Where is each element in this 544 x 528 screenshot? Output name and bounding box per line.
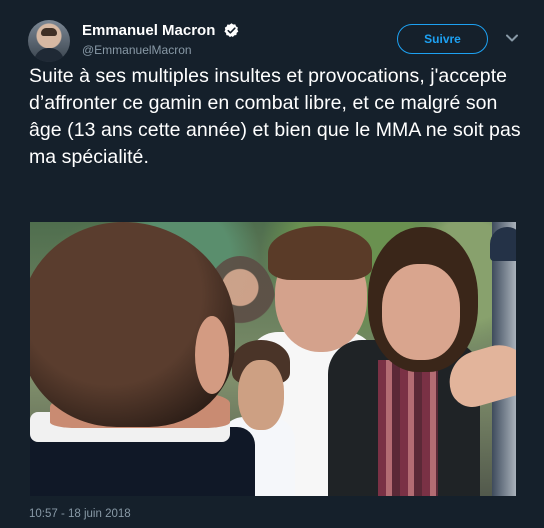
display-name[interactable]: Emmanuel Macron xyxy=(82,22,215,39)
cap xyxy=(490,227,516,261)
foreground-ear xyxy=(195,316,229,394)
tweet-timestamp[interactable]: 10:57 - 18 juin 2018 xyxy=(29,508,131,520)
teen-plaid-shirt xyxy=(378,360,438,496)
tweet-text: Suite à ses multiples insultes et provoc… xyxy=(29,65,521,168)
user-handle[interactable]: @EmmanuelMacron xyxy=(82,43,192,57)
avatar-shoulders xyxy=(34,48,64,62)
boy-hair xyxy=(268,226,372,280)
follow-button[interactable]: Suivre xyxy=(397,24,488,54)
girl-face xyxy=(238,360,284,430)
teen-face xyxy=(382,264,460,360)
chevron-down-icon[interactable] xyxy=(505,31,519,45)
avatar[interactable] xyxy=(28,20,70,62)
avatar-hair xyxy=(41,28,57,36)
tweet-card: Emmanuel Macron @EmmanuelMacron Suivre S… xyxy=(0,0,544,528)
verified-badge-icon xyxy=(224,23,239,38)
tweet-photo[interactable] xyxy=(30,222,516,496)
